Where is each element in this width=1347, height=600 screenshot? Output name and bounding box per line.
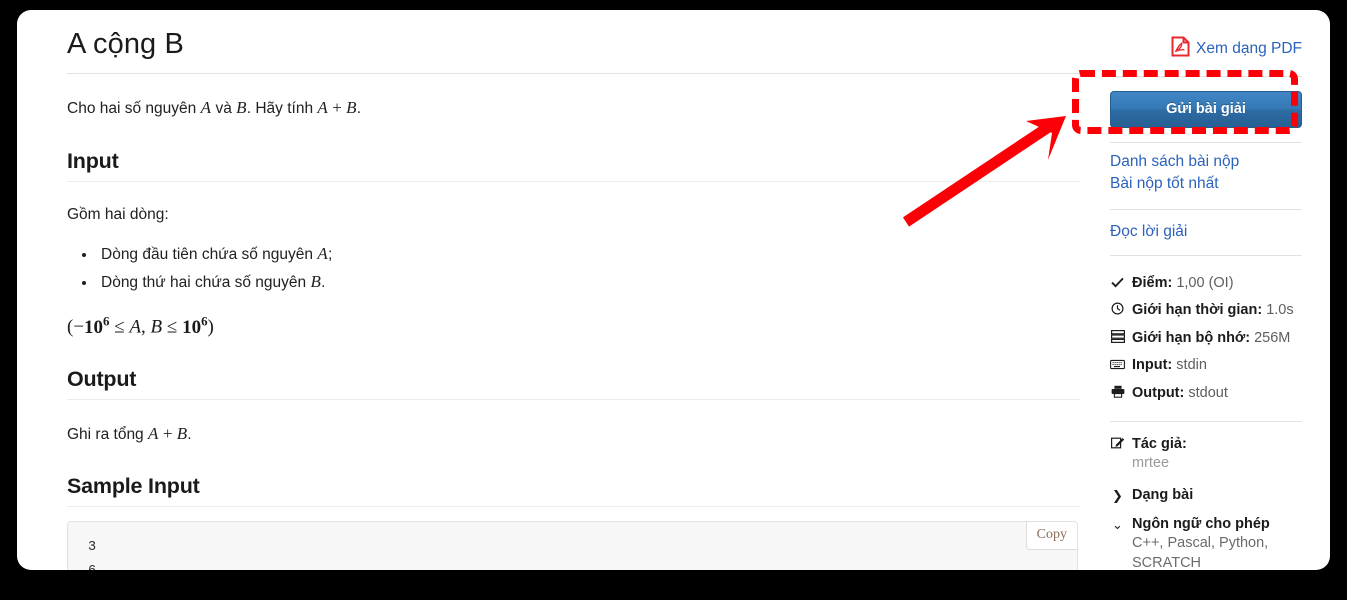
input-bullet-list: Dòng đầu tiên chứa số nguyên A; Dòng thứ… <box>67 240 1080 295</box>
problem-type-label: Dạng bài <box>1132 486 1194 503</box>
meta-label-input: Input: <box>1132 357 1173 374</box>
meta-row-points: Điểm: 1,00 (OI) <box>1110 270 1302 297</box>
solution-section: Đọc lời giải <box>1110 210 1302 255</box>
bullet-text: Dòng đầu tiên chứa số nguyên <box>101 246 318 264</box>
output-description: Ghi ra tổng A + B. <box>67 400 1080 447</box>
meta-row-time-limit: Giới hạn thời gian: 1.0s <box>1110 297 1302 324</box>
author-heading: Tác giả: <box>1110 428 1302 452</box>
sample-input-block: 3 6 Copy <box>67 521 1078 570</box>
meta-value-output: stdout <box>1188 384 1228 401</box>
bullet-var: A <box>317 244 328 264</box>
bullet-text: Dòng thứ hai chứa số nguyên <box>101 273 311 291</box>
view-pdf-link[interactable]: Xem dạng PDF <box>1110 20 1302 62</box>
copy-button[interactable]: Copy <box>1025 522 1077 551</box>
output-suffix: . <box>187 425 192 443</box>
check-icon <box>1110 274 1125 294</box>
chevron-right-icon: ❯ <box>1112 488 1123 504</box>
author-block: Tác giả: mrtee <box>1110 422 1302 473</box>
printer-icon <box>1110 384 1125 404</box>
allowed-languages-value: C++, Pascal, Python, SCRATCH <box>1132 534 1269 570</box>
chevron-down-icon: ⌄ <box>1112 517 1123 533</box>
bullet-tail: . <box>321 273 326 291</box>
problem-type-block[interactable]: ❯ Dạng bài <box>1110 474 1302 504</box>
bullet-var: B <box>310 271 322 291</box>
submissions-list-link[interactable]: Danh sách bài nộp <box>1110 151 1302 173</box>
allowed-languages-label: Ngôn ngữ cho phép <box>1132 515 1270 532</box>
meta-row-input: Input: stdin <box>1110 352 1302 379</box>
allowed-languages-heading[interactable]: ⌄ Ngôn ngữ cho phép <box>1110 509 1302 533</box>
statement-prefix: Cho hai số nguyên <box>67 100 201 117</box>
meta-row-output: Output: stdout <box>1110 380 1302 407</box>
problem-main-column: A cộng B Cho hai số nguyên A và B. Hãy t… <box>67 18 1080 570</box>
page-title: A cộng B <box>67 28 184 60</box>
meta-value-memory-limit: 256M <box>1254 329 1291 346</box>
submission-links: Danh sách bài nộp Bài nộp tốt nhất <box>1110 143 1302 195</box>
meta-label-output: Output: <box>1132 384 1185 401</box>
sample-input-code: 3 6 <box>88 540 97 570</box>
pdf-file-icon <box>1171 36 1190 62</box>
bullet-tail: ; <box>327 246 333 264</box>
edit-icon <box>1110 436 1125 452</box>
author-label: Tác giả: <box>1132 436 1187 453</box>
statement-expression: A + B <box>317 98 357 117</box>
submit-section: Gửi bài giải <box>1110 77 1302 142</box>
meta-value-time-limit: 1.0s <box>1266 302 1294 319</box>
input-section-heading: Input <box>67 148 119 173</box>
output-prefix: Ghi ra tổng <box>67 425 148 443</box>
meta-label-points: Điểm: <box>1132 275 1173 291</box>
output-expression: A + B <box>148 423 188 443</box>
author-name: mrtee <box>1132 455 1170 472</box>
list-item: Dòng thứ hai chứa số nguyên B. <box>97 268 1080 296</box>
page-root: A cộng B Cho hai số nguyên A và B. Hãy t… <box>0 0 1347 600</box>
content-card: A cộng B Cho hai số nguyên A và B. Hãy t… <box>17 10 1330 570</box>
meta-label-time-limit: Giới hạn thời gian: <box>1132 302 1263 319</box>
meta-value-points: 1,00 (OI) <box>1176 275 1234 291</box>
server-icon <box>1110 329 1125 349</box>
sample-input-code-box: 3 6 <box>67 521 1078 570</box>
problem-statement: Cho hai số nguyên A và B. Hãy tính A + B… <box>67 74 1080 121</box>
allowed-languages-block[interactable]: ⌄ Ngôn ngữ cho phép C++, Pascal, Python,… <box>1110 503 1302 570</box>
meta-label-memory-limit: Giới hạn bộ nhớ: <box>1132 329 1251 346</box>
clock-icon <box>1110 301 1125 321</box>
list-item: Dòng đầu tiên chứa số nguyên A; <box>97 240 1080 268</box>
best-submission-link[interactable]: Bài nộp tốt nhất <box>1110 173 1302 195</box>
problem-sidebar: Xem dạng PDF Gửi bài giải Danh sách bài … <box>1110 20 1302 570</box>
submit-solution-button[interactable]: Gửi bài giải <box>1110 91 1302 128</box>
keyboard-icon <box>1110 356 1125 376</box>
input-intro-text: Gồm hai dòng: <box>67 205 169 223</box>
problem-meta-list: Điểm: 1,00 (OI) Giới hạn thời gian: 1.0s… <box>1110 256 1302 411</box>
sample-input-divider <box>67 506 1080 508</box>
statement-mid: và <box>211 100 237 117</box>
sample-input-heading: Sample Input <box>67 474 200 499</box>
constraint-formula: (−106 ≤ A, B ≤ 106) <box>67 313 214 338</box>
statement-var-b: B <box>236 98 247 117</box>
statement-suffix: . Hãy tính <box>246 100 318 117</box>
read-solution-link[interactable]: Đọc lời giải <box>1110 221 1302 243</box>
meta-row-memory-limit: Giới hạn bộ nhớ: 256M <box>1110 325 1302 352</box>
view-pdf-label: Xem dạng PDF <box>1196 40 1302 57</box>
statement-var-a: A <box>200 98 212 117</box>
statement-end: . <box>356 100 361 117</box>
meta-value-input: stdin <box>1176 357 1207 374</box>
output-section-heading: Output <box>67 366 137 391</box>
problem-type-heading[interactable]: ❯ Dạng bài <box>1110 480 1302 504</box>
